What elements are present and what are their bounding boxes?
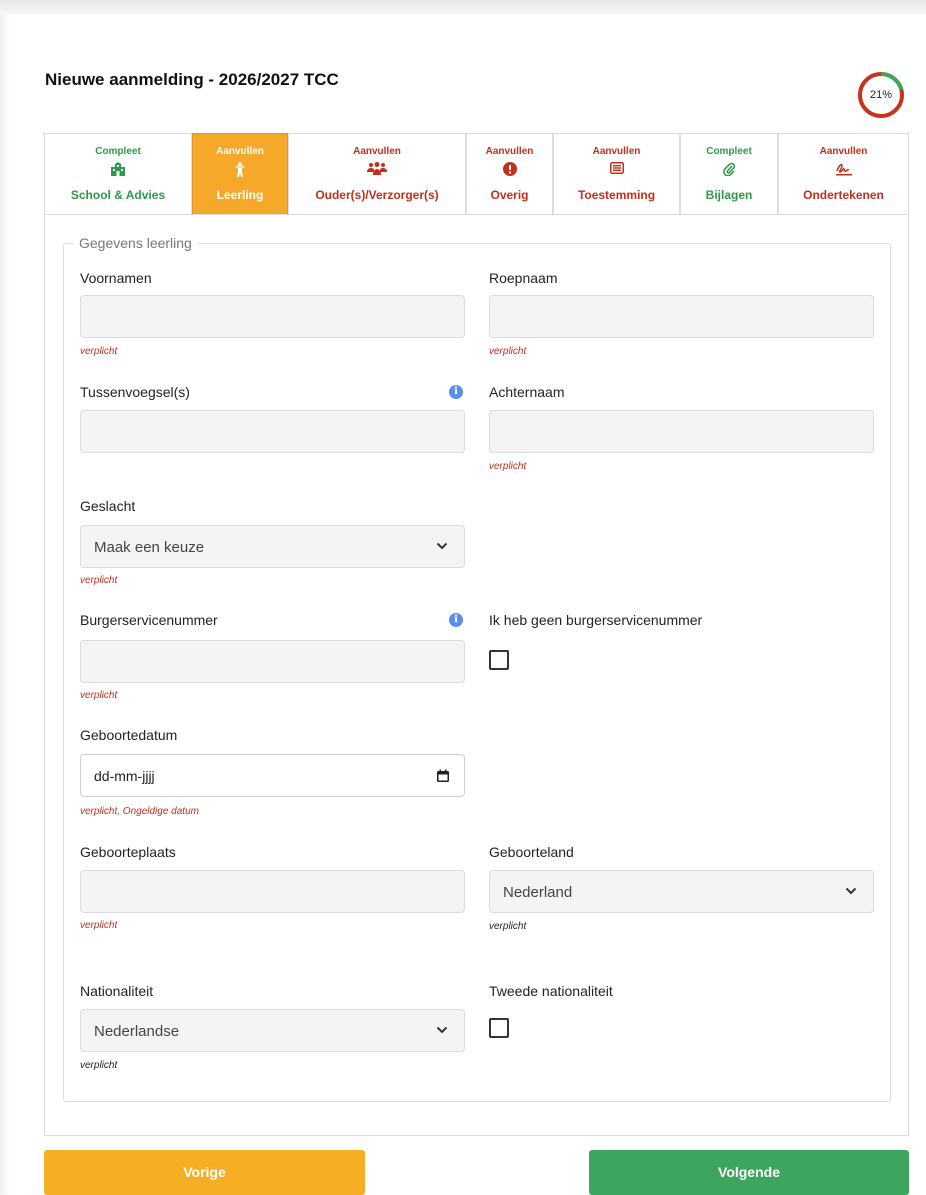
nationaliteit-hint: verplicht <box>80 1060 118 1071</box>
alert-icon <box>467 162 552 178</box>
geboorteland-hint: verplicht <box>489 921 527 932</box>
tab-label: Overig <box>490 188 529 202</box>
bsn-label: Burgerservicenummer <box>80 612 218 628</box>
bsn-input[interactable] <box>80 640 465 683</box>
tab-status: Compleet <box>706 146 752 157</box>
geboortedatum-label: Geboortedatum <box>80 727 178 743</box>
tab-status: Compleet <box>95 146 141 157</box>
tab-toestemming[interactable]: Aanvullen Toestemming <box>553 133 680 215</box>
voornamen-hint: verplicht <box>80 346 118 357</box>
tussenvoegsel-input[interactable] <box>80 410 465 453</box>
tab-leerling[interactable]: Aanvullen Leerling <box>192 133 288 215</box>
signature-icon <box>779 162 908 178</box>
page-title: Nieuwe aanmelding - 2026/2027 TCC <box>45 70 339 89</box>
browser-top-shadow <box>0 0 926 14</box>
tweede-nationaliteit-checkbox[interactable] <box>489 1018 509 1038</box>
nationaliteit-select[interactable]: Nederlandse <box>80 1009 465 1052</box>
roepnaam-hint: verplicht <box>489 346 527 357</box>
geslacht-select[interactable]: Maak een keuze <box>80 525 465 568</box>
tab-label: Ondertekenen <box>803 188 884 202</box>
tab-ouders[interactable]: Aanvullen Ouder(s)/Verzorger(s) <box>288 133 466 215</box>
tab-bijlagen[interactable]: Compleet Bijlagen <box>680 133 778 215</box>
tussenvoegsel-label: Tussenvoegsel(s) <box>80 384 190 400</box>
geboorteplaats-input[interactable] <box>80 870 465 913</box>
nationaliteit-label: Nationaliteit <box>80 983 154 999</box>
tab-status: Aanvullen <box>353 146 401 157</box>
list-icon <box>554 162 679 178</box>
left-edge-shadow <box>0 14 10 1195</box>
step-tabs: Compleet School & Advies Aanvullen Leerl… <box>44 133 909 215</box>
achternaam-hint: verplicht <box>489 461 527 472</box>
geboortedatum-input[interactable]: dd-mm-jjjj <box>80 754 465 797</box>
voornamen-label: Voornamen <box>80 270 152 286</box>
info-icon[interactable]: i <box>449 613 463 627</box>
tab-label: Bijlagen <box>705 188 753 202</box>
geslacht-hint: verplicht <box>80 575 118 586</box>
tab-label: School & Advies <box>70 188 166 202</box>
geboorteland-label: Geboorteland <box>489 844 574 860</box>
school-icon <box>45 162 191 178</box>
tab-status: Aanvullen <box>592 146 641 157</box>
chevron-down-icon <box>436 542 448 550</box>
info-icon[interactable]: i <box>449 385 463 399</box>
geen-bsn-checkbox[interactable] <box>489 650 509 670</box>
chevron-down-icon <box>436 1026 448 1034</box>
geboorteland-select[interactable]: Nederland <box>489 870 874 913</box>
geboortedatum-hint: verplicht, Ongeldige datum <box>80 806 199 817</box>
tab-school-advies[interactable]: Compleet School & Advies <box>44 133 192 215</box>
users-icon <box>289 162 465 178</box>
geslacht-value: Maak een keuze <box>94 539 205 556</box>
geboorteplaats-label: Geboorteplaats <box>80 844 176 860</box>
tab-label: Toestemming <box>577 188 656 202</box>
tab-status: Aanvullen <box>216 146 264 157</box>
tab-overig[interactable]: Aanvullen Overig <box>466 133 553 215</box>
paperclip-icon <box>681 162 777 178</box>
tab-label: Leerling <box>216 188 264 202</box>
geen-bsn-label: Ik heb geen burgerservicenummer <box>489 612 703 628</box>
tab-status: Aanvullen <box>819 146 868 157</box>
previous-button[interactable]: Vorige <box>44 1150 365 1195</box>
tab-status: Aanvullen <box>485 146 534 157</box>
chevron-down-icon <box>845 887 857 895</box>
geboorteplaats-hint: verplicht <box>80 920 118 931</box>
progress-label: 21% <box>869 89 893 101</box>
fieldset-legend: Gegevens leerling <box>73 235 198 251</box>
achternaam-label: Achternaam <box>489 384 565 400</box>
voornamen-input[interactable] <box>80 295 465 338</box>
geboortedatum-value: dd-mm-jjjj <box>94 768 155 784</box>
roepnaam-label: Roepnaam <box>489 270 558 286</box>
geboorteland-value: Nederland <box>503 884 573 901</box>
tweede-nationaliteit-label: Tweede nationaliteit <box>489 983 613 999</box>
nationaliteit-value: Nederlandse <box>94 1023 180 1040</box>
roepnaam-input[interactable] <box>489 295 874 338</box>
bsn-hint: verplicht <box>80 690 118 701</box>
tab-ondertekenen[interactable]: Aanvullen Ondertekenen <box>778 133 909 215</box>
calendar-icon[interactable] <box>436 769 450 783</box>
geslacht-label: Geslacht <box>80 498 136 514</box>
child-icon <box>193 162 287 178</box>
achternaam-input[interactable] <box>489 410 874 453</box>
next-button[interactable]: Volgende <box>589 1150 909 1195</box>
tab-label: Ouder(s)/Verzorger(s) <box>315 188 439 202</box>
